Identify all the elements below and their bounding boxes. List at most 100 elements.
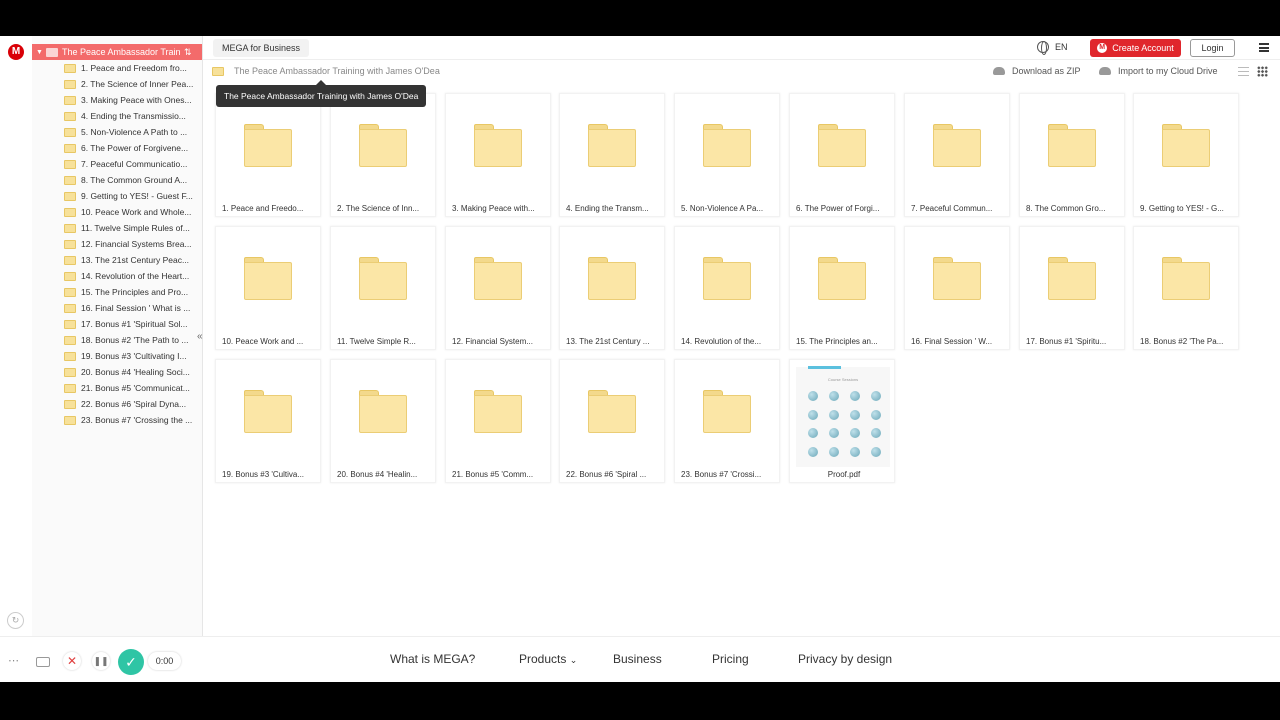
folder-card[interactable]: 2. The Science of Inn... bbox=[330, 93, 436, 217]
recorder-done-icon[interactable]: ✓ bbox=[118, 649, 144, 675]
tree-item[interactable]: 19. Bonus #3 'Cultivating I... bbox=[64, 348, 200, 364]
sort-icon[interactable]: ⇅ bbox=[184, 47, 192, 58]
create-account-button[interactable]: M Create Account bbox=[1090, 39, 1181, 57]
folder-card[interactable]: 22. Bonus #6 'Spiral ... bbox=[559, 359, 665, 483]
folder-card[interactable]: 15. The Principles an... bbox=[789, 226, 895, 350]
breadcrumb-folder-name[interactable]: The Peace Ambassador Training with James… bbox=[234, 66, 440, 76]
grid-view-icon[interactable] bbox=[1257, 66, 1268, 77]
what-is-mega-link[interactable]: What is MEGA? bbox=[390, 652, 475, 666]
tree-item-label: 13. The 21st Century Peac... bbox=[81, 255, 190, 265]
tree-item[interactable]: 1. Peace and Freedom fro... bbox=[64, 60, 200, 76]
camera-icon[interactable] bbox=[36, 657, 50, 667]
folder-card[interactable]: 11. Twelve Simple R... bbox=[330, 226, 436, 350]
tree-item[interactable]: 17. Bonus #1 'Spiritual Sol... bbox=[64, 316, 200, 332]
business-link[interactable]: Business bbox=[613, 652, 662, 666]
mega-for-business-tab[interactable]: MEGA for Business bbox=[213, 39, 310, 57]
tree-item[interactable]: 18. Bonus #2 'The Path to ... bbox=[64, 332, 200, 348]
folder-card[interactable]: 16. Final Session ' W... bbox=[904, 226, 1010, 350]
language-selector[interactable]: EN bbox=[1037, 41, 1068, 55]
list-view-icon[interactable] bbox=[1238, 67, 1249, 76]
folder-icon bbox=[474, 390, 522, 433]
folder-card[interactable]: 10. Peace Work and ... bbox=[215, 226, 321, 350]
tree-item[interactable]: 11. Twelve Simple Rules of... bbox=[64, 220, 200, 236]
products-label: Products bbox=[519, 652, 567, 666]
tree-item[interactable]: 12. Financial Systems Brea... bbox=[64, 236, 200, 252]
folder-icon bbox=[64, 271, 76, 281]
tree-item[interactable]: 7. Peaceful Communicatio... bbox=[64, 156, 200, 172]
mega-logo-icon[interactable]: M bbox=[8, 44, 24, 60]
folder-card[interactable]: 17. Bonus #1 'Spiritu... bbox=[1019, 226, 1125, 350]
browser-viewport: M ↻ ▼ The Peace Ambassador Traini... ⇅ 1… bbox=[0, 36, 1280, 682]
tree-item[interactable]: 2. The Science of Inner Pea... bbox=[64, 76, 200, 92]
tree-item[interactable]: 16. Final Session ' What is ... bbox=[64, 300, 200, 316]
bottom-black-bar bbox=[0, 682, 1280, 720]
folder-card[interactable]: 18. Bonus #2 'The Pa... bbox=[1133, 226, 1239, 350]
hamburger-menu-icon[interactable] bbox=[1259, 43, 1269, 52]
tree-item-label: 21. Bonus #5 'Communicat... bbox=[81, 383, 190, 393]
folder-card[interactable]: 8. The Common Gro... bbox=[1019, 93, 1125, 217]
folder-card[interactable]: 9. Getting to YES! - G... bbox=[1133, 93, 1239, 217]
import-cloud-drive-button[interactable]: Import to my Cloud Drive bbox=[1099, 66, 1218, 76]
folder-icon bbox=[933, 257, 981, 300]
folder-card[interactable]: 20. Bonus #4 'Healin... bbox=[330, 359, 436, 483]
sync-icon[interactable]: ↻ bbox=[7, 612, 24, 629]
tree-item[interactable]: 10. Peace Work and Whole... bbox=[64, 204, 200, 220]
folder-card[interactable]: 4. Ending the Transm... bbox=[559, 93, 665, 217]
folder-card[interactable]: 7. Peaceful Commun... bbox=[904, 93, 1010, 217]
tree-item[interactable]: 23. Bonus #7 'Crossing the ... bbox=[64, 412, 200, 428]
recorder-pause-icon[interactable]: ❚❚ bbox=[92, 652, 110, 670]
tree-item[interactable]: 15. The Principles and Pro... bbox=[64, 284, 200, 300]
recorder-cancel-icon[interactable]: ✕ bbox=[63, 652, 81, 670]
tree-item-label: 11. Twelve Simple Rules of... bbox=[81, 223, 190, 233]
folder-card[interactable]: 19. Bonus #3 'Cultiva... bbox=[215, 359, 321, 483]
folder-icon bbox=[64, 399, 76, 409]
tree-item[interactable]: 21. Bonus #5 'Communicat... bbox=[64, 380, 200, 396]
folder-icon bbox=[64, 223, 76, 233]
folder-card-name: 22. Bonus #6 'Spiral ... bbox=[566, 470, 647, 479]
folder-card[interactable]: 21. Bonus #5 'Comm... bbox=[445, 359, 551, 483]
folder-tooltip: The Peace Ambassador Training with James… bbox=[216, 80, 427, 107]
folder-icon bbox=[64, 415, 76, 425]
tree-root-folder[interactable]: ▼ The Peace Ambassador Traini... ⇅ bbox=[32, 44, 202, 60]
folder-card-name: 7. Peaceful Commun... bbox=[911, 204, 993, 213]
folder-icon bbox=[933, 124, 981, 167]
privacy-by-design-link[interactable]: Privacy by design bbox=[798, 652, 892, 666]
tree-item[interactable]: 13. The 21st Century Peac... bbox=[64, 252, 200, 268]
tree-item-label: 15. The Principles and Pro... bbox=[81, 287, 189, 297]
recorder-more-icon[interactable]: ⋯ bbox=[8, 654, 19, 674]
tree-item-label: 6. The Power of Forgivene... bbox=[81, 143, 189, 153]
pricing-link[interactable]: Pricing bbox=[712, 652, 749, 666]
collapse-sidebar-icon[interactable]: « bbox=[197, 331, 203, 342]
folder-icon bbox=[212, 67, 224, 76]
tree-item-label: 1. Peace and Freedom fro... bbox=[81, 63, 187, 73]
download-zip-button[interactable]: Download as ZIP bbox=[993, 66, 1081, 76]
folder-card[interactable]: 23. Bonus #7 'Crossi... bbox=[674, 359, 780, 483]
folder-card-name: 4. Ending the Transm... bbox=[566, 204, 649, 213]
folder-icon bbox=[64, 191, 76, 201]
products-link[interactable]: Products ⌄ bbox=[519, 652, 577, 666]
tree-item-label: 4. Ending the Transmissio... bbox=[81, 111, 186, 121]
tree-item[interactable]: 22. Bonus #6 'Spiral Dyna... bbox=[64, 396, 200, 412]
tree-item[interactable]: 3. Making Peace with Ones... bbox=[64, 92, 200, 108]
folder-card[interactable]: 13. The 21st Century ... bbox=[559, 226, 665, 350]
folder-card-name: 13. The 21st Century ... bbox=[566, 337, 650, 346]
tree-item[interactable]: 4. Ending the Transmissio... bbox=[64, 108, 200, 124]
tree-item[interactable]: 8. The Common Ground A... bbox=[64, 172, 200, 188]
login-button[interactable]: Login bbox=[1190, 39, 1235, 57]
tree-item-label: 10. Peace Work and Whole... bbox=[81, 207, 192, 217]
folder-card[interactable]: 12. Financial System... bbox=[445, 226, 551, 350]
tree-item[interactable]: 20. Bonus #4 'Healing Soci... bbox=[64, 364, 200, 380]
folder-card[interactable]: 14. Revolution of the... bbox=[674, 226, 780, 350]
pdf-file-card[interactable]: Course Sessions Proof.pdf bbox=[789, 359, 895, 483]
folder-card[interactable]: 5. Non-Violence A Pa... bbox=[674, 93, 780, 217]
pdf-thumbnail: Course Sessions bbox=[796, 366, 890, 467]
folder-card[interactable]: 3. Making Peace with... bbox=[445, 93, 551, 217]
folder-card[interactable]: 6. The Power of Forgi... bbox=[789, 93, 895, 217]
tree-item[interactable]: 9. Getting to YES! - Guest F... bbox=[64, 188, 200, 204]
tree-item-label: 23. Bonus #7 'Crossing the ... bbox=[81, 415, 193, 425]
tree-item[interactable]: 6. The Power of Forgivene... bbox=[64, 140, 200, 156]
caret-down-icon[interactable]: ▼ bbox=[36, 49, 46, 56]
tree-item[interactable]: 5. Non-Violence A Path to ... bbox=[64, 124, 200, 140]
folder-card[interactable]: 1. Peace and Freedo... bbox=[215, 93, 321, 217]
tree-item[interactable]: 14. Revolution of the Heart... bbox=[64, 268, 200, 284]
